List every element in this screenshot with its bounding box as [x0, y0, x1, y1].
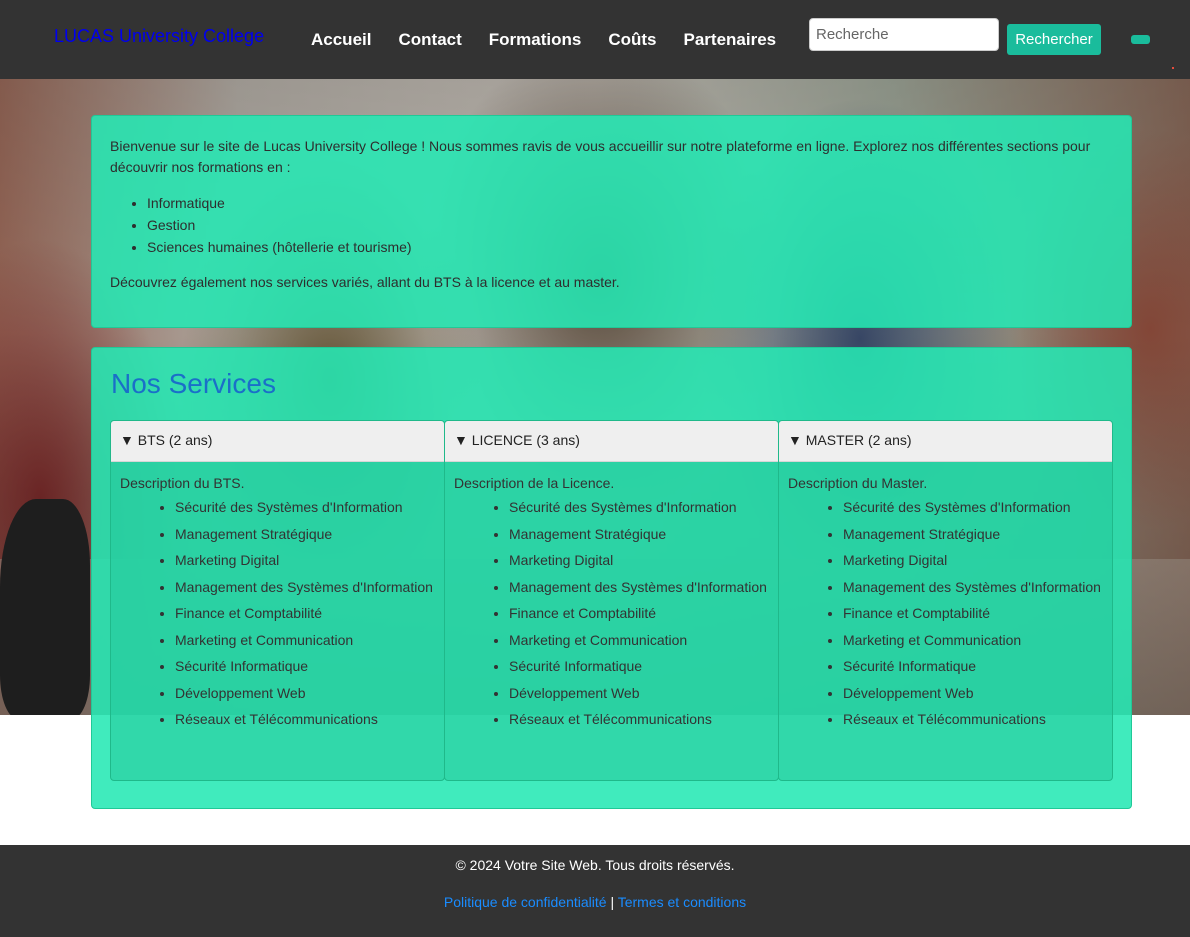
nav-formations[interactable]: Formations — [489, 30, 582, 50]
welcome-intro: Bienvenue sur le site de Lucas Universit… — [110, 138, 1091, 175]
service-licence-body: Description de la Licence. Sécurité des … — [445, 462, 778, 747]
service-bts-body: Description du BTS. Sécurité des Système… — [111, 462, 444, 747]
nav-accueil[interactable]: Accueil — [311, 30, 371, 50]
site-logo-link[interactable]: LUCAS University College — [54, 26, 264, 47]
nav-contact[interactable]: Contact — [398, 30, 461, 50]
list-item: Marketing Digital — [509, 550, 769, 571]
search-button[interactable]: Rechercher — [1007, 24, 1101, 55]
list-item: Sécurité Informatique — [175, 656, 435, 677]
domain-list: Informatique Gestion Sciences humaines (… — [147, 192, 1113, 258]
list-item: Réseaux et Télécommunications — [509, 709, 769, 730]
search-input[interactable] — [809, 18, 999, 51]
list-item: Marketing et Communication — [509, 630, 769, 651]
hero-backpack — [0, 499, 90, 715]
list-item: Développement Web — [843, 683, 1103, 704]
welcome-panel: Bienvenue sur le site de Lucas Universit… — [91, 115, 1132, 328]
service-description: Description du BTS. — [120, 475, 245, 491]
list-item: Finance et Comptabilité — [509, 603, 769, 624]
service-description: Description de la Licence. — [454, 475, 615, 491]
list-item: Marketing et Communication — [175, 630, 435, 651]
service-items: Sécurité des Systèmes d'Information Mana… — [175, 497, 435, 730]
service-master-body: Description du Master. Sécurité des Syst… — [779, 462, 1112, 747]
list-item: Réseaux et Télécommunications — [175, 709, 435, 730]
privacy-link[interactable]: Politique de confidentialité — [444, 894, 607, 910]
welcome-outro: Découvrez également nos services variés,… — [110, 274, 620, 290]
menu-toggle-icon[interactable] — [1131, 35, 1150, 44]
list-item: Sécurité Informatique — [509, 656, 769, 677]
list-item: Sécurité des Systèmes d'Information — [175, 497, 435, 518]
nav-partenaires[interactable]: Partenaires — [684, 30, 777, 50]
services-title: Nos Services — [111, 368, 276, 399]
copyright-text: © 2024 Votre Site Web. Tous droits réser… — [455, 857, 735, 873]
list-item: Développement Web — [175, 683, 435, 704]
list-item: Marketing Digital — [843, 550, 1103, 571]
list-item: Sécurité des Systèmes d'Information — [843, 497, 1103, 518]
list-item: Sécurité Informatique — [843, 656, 1103, 677]
list-item: Gestion — [147, 214, 1113, 236]
footer-links: Politique de confidentialité | Termes et… — [0, 894, 1190, 910]
list-item: Management des Systèmes d'Information — [509, 577, 769, 598]
service-items: Sécurité des Systèmes d'Information Mana… — [843, 497, 1103, 730]
list-item: Marketing et Communication — [843, 630, 1103, 651]
indicator-dot — [1172, 67, 1174, 69]
nav-couts[interactable]: Coûts — [608, 30, 656, 50]
service-master-toggle[interactable]: ▼ MASTER (2 ans) — [779, 421, 1112, 462]
list-item: Sciences humaines (hôtellerie et tourism… — [147, 236, 1113, 258]
list-item: Management Stratégique — [509, 524, 769, 545]
list-item: Finance et Comptabilité — [843, 603, 1103, 624]
list-item: Développement Web — [509, 683, 769, 704]
list-item: Informatique — [147, 192, 1113, 214]
services-panel: Nos Services ▼ BTS (2 ans) Description d… — [91, 347, 1132, 809]
list-item: Management des Systèmes d'Information — [843, 577, 1103, 598]
site-footer: © 2024 Votre Site Web. Tous droits réser… — [0, 845, 1190, 937]
service-bts-toggle[interactable]: ▼ BTS (2 ans) — [111, 421, 444, 462]
main-nav: Accueil Contact Formations Coûts Partena… — [311, 30, 803, 50]
terms-link[interactable]: Termes et conditions — [618, 894, 746, 910]
list-item: Finance et Comptabilité — [175, 603, 435, 624]
site-header: LUCAS University College Accueil Contact… — [0, 0, 1190, 79]
service-licence: ▼ LICENCE (3 ans) Description de la Lice… — [444, 420, 779, 781]
service-bts: ▼ BTS (2 ans) Description du BTS. Sécuri… — [110, 420, 445, 781]
service-items: Sécurité des Systèmes d'Information Mana… — [509, 497, 769, 730]
list-item: Sécurité des Systèmes d'Information — [509, 497, 769, 518]
list-item: Management Stratégique — [843, 524, 1103, 545]
list-item: Marketing Digital — [175, 550, 435, 571]
list-item: Management Stratégique — [175, 524, 435, 545]
list-item: Management des Systèmes d'Information — [175, 577, 435, 598]
footer-separator: | — [610, 894, 615, 910]
service-description: Description du Master. — [788, 475, 928, 491]
service-licence-toggle[interactable]: ▼ LICENCE (3 ans) — [445, 421, 778, 462]
list-item: Réseaux et Télécommunications — [843, 709, 1103, 730]
service-master: ▼ MASTER (2 ans) Description du Master. … — [778, 420, 1113, 781]
